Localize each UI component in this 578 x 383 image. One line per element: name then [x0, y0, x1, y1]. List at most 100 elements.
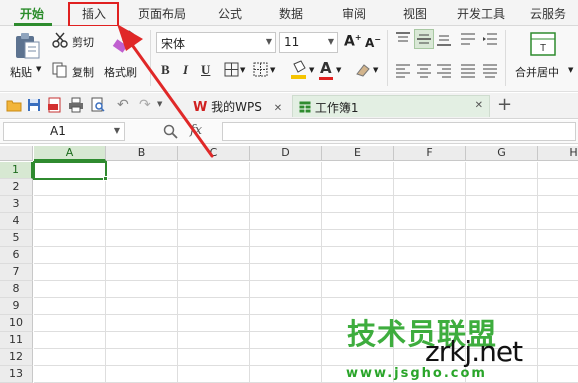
open-folder-icon[interactable] [6, 98, 22, 112]
font-color-icon[interactable]: A [320, 59, 332, 77]
row-header-3[interactable]: 3 [0, 196, 33, 213]
cell-style-icon[interactable] [253, 62, 269, 78]
row-header-9[interactable]: 9 [0, 298, 33, 315]
paste-icon[interactable] [12, 32, 42, 60]
paste-dropdown-icon[interactable]: ▼ [36, 65, 41, 73]
align-left-icon[interactable] [395, 64, 411, 78]
borders-icon[interactable] [224, 62, 240, 78]
redo-icon[interactable]: ↷ [139, 97, 151, 113]
ribbon: 粘贴 ▼ 剪切 复制 格式刷 宋体 ▼ 11 ▼ A+ A− B I U ▼ ▼… [0, 26, 578, 92]
chevron-down-icon: ▼ [327, 37, 334, 46]
chevron-down-icon[interactable]: ▼ [240, 66, 245, 74]
chevron-down-icon[interactable]: ▼ [270, 66, 275, 74]
align-bottom-icon[interactable] [436, 32, 452, 46]
chevron-down-icon[interactable]: ▼ [336, 66, 341, 74]
column-header-g[interactable]: G [466, 146, 538, 161]
tab-formulas[interactable]: 公式 [218, 5, 242, 22]
fill-handle[interactable] [103, 176, 108, 181]
row-header-1[interactable]: 1 [0, 162, 33, 179]
copy-icon[interactable] [52, 62, 68, 78]
tab-view[interactable]: 视图 [403, 5, 427, 22]
row-header-2[interactable]: 2 [0, 179, 33, 196]
row-header-7[interactable]: 7 [0, 264, 33, 281]
format-painter-icon[interactable] [112, 30, 136, 56]
paste-button[interactable]: 粘贴 [10, 64, 32, 80]
bold-button[interactable]: B [161, 62, 170, 78]
new-tab-button[interactable]: + [497, 94, 512, 115]
tab-review[interactable]: 审阅 [342, 5, 366, 22]
active-cell-a1[interactable] [33, 161, 107, 180]
font-name-select[interactable]: 宋体 ▼ [156, 32, 276, 53]
format-painter-button[interactable]: 格式刷 [104, 64, 137, 80]
formula-input[interactable] [222, 122, 576, 141]
tab-cloud-service[interactable]: 云服务 [530, 5, 566, 22]
print-preview-icon[interactable] [90, 97, 106, 113]
name-box[interactable]: A1 ▼ [3, 122, 125, 141]
doc-tab-label: 工作簿1 [314, 101, 359, 115]
save-icon[interactable] [27, 98, 41, 112]
column-header-e[interactable]: E [322, 146, 394, 161]
align-middle-icon [417, 34, 431, 44]
row-header-12[interactable]: 12 [0, 349, 33, 366]
distributed-align-icon[interactable] [482, 64, 498, 78]
column-header-a[interactable]: A [34, 146, 106, 161]
tab-home[interactable]: 开始 [20, 5, 44, 22]
insert-function-button[interactable]: fx [190, 123, 202, 138]
select-all-corner[interactable] [0, 146, 33, 161]
font-name-value: 宋体 [161, 37, 186, 51]
export-pdf-icon[interactable] [47, 97, 63, 113]
font-size-value: 11 [284, 35, 300, 49]
doc-tab-workbook1[interactable]: 工作簿1 ✕ [292, 95, 490, 117]
insert-tab-highlight-box [68, 2, 119, 27]
tab-data[interactable]: 数据 [279, 5, 303, 22]
indent-icon[interactable] [482, 32, 498, 46]
align-top-icon[interactable] [395, 32, 411, 46]
close-icon[interactable]: ✕ [274, 103, 282, 114]
doc-tab-my-wps[interactable]: W 我的WPS ✕ [187, 95, 288, 117]
chevron-down-icon[interactable]: ▼ [157, 100, 162, 108]
ribbon-separator [150, 30, 151, 86]
row-header-11[interactable]: 11 [0, 332, 33, 349]
svg-text:T: T [540, 43, 546, 54]
copy-button[interactable]: 复制 [72, 64, 94, 80]
chevron-down-icon[interactable]: ▼ [373, 66, 378, 74]
doc-tab-label: 我的WPS [211, 100, 262, 114]
align-center-icon[interactable] [416, 64, 432, 78]
cell-reference: A1 [50, 124, 66, 138]
column-header-h[interactable]: H [538, 146, 578, 161]
font-color-bar [319, 77, 333, 80]
merge-cells-icon[interactable]: T [530, 32, 556, 56]
font-size-select[interactable]: 11 ▼ [279, 32, 338, 53]
column-header-c[interactable]: C [178, 146, 250, 161]
tab-developer[interactable]: 开发工具 [457, 5, 505, 22]
underline-button[interactable]: U [201, 62, 210, 78]
italic-button[interactable]: I [183, 62, 188, 78]
print-icon[interactable] [68, 97, 84, 113]
scissors-icon[interactable] [52, 32, 68, 48]
fill-color-icon[interactable] [290, 60, 308, 80]
chevron-down-icon[interactable]: ▼ [568, 66, 573, 74]
increase-font-size-icon[interactable]: A+ [344, 33, 362, 50]
close-icon[interactable]: ✕ [475, 100, 483, 111]
cut-button[interactable]: 剪切 [72, 34, 94, 50]
undo-icon[interactable]: ↶ [117, 97, 129, 113]
column-header-d[interactable]: D [250, 146, 322, 161]
row-header-4[interactable]: 4 [0, 213, 33, 230]
merge-center-button[interactable]: 合并居中 [515, 64, 559, 80]
decrease-font-size-icon[interactable]: A− [365, 35, 381, 50]
column-header-b[interactable]: B [106, 146, 178, 161]
row-header-13[interactable]: 13 [0, 366, 33, 383]
justify-icon[interactable] [460, 64, 476, 78]
row-header-5[interactable]: 5 [0, 230, 33, 247]
wrap-text-icon[interactable] [460, 32, 476, 46]
menu-tab-bar: 开始 插入 页面布局 公式 数据 审阅 视图 开发工具 云服务 [0, 0, 578, 27]
zoom-search-icon[interactable] [163, 124, 179, 140]
clear-format-icon[interactable] [354, 62, 372, 78]
align-right-icon[interactable] [436, 64, 452, 78]
column-header-f[interactable]: F [394, 146, 466, 161]
chevron-down-icon[interactable]: ▼ [309, 66, 314, 74]
row-header-6[interactable]: 6 [0, 247, 33, 264]
row-header-8[interactable]: 8 [0, 281, 33, 298]
row-header-10[interactable]: 10 [0, 315, 33, 332]
tab-page-layout[interactable]: 页面布局 [138, 5, 186, 22]
